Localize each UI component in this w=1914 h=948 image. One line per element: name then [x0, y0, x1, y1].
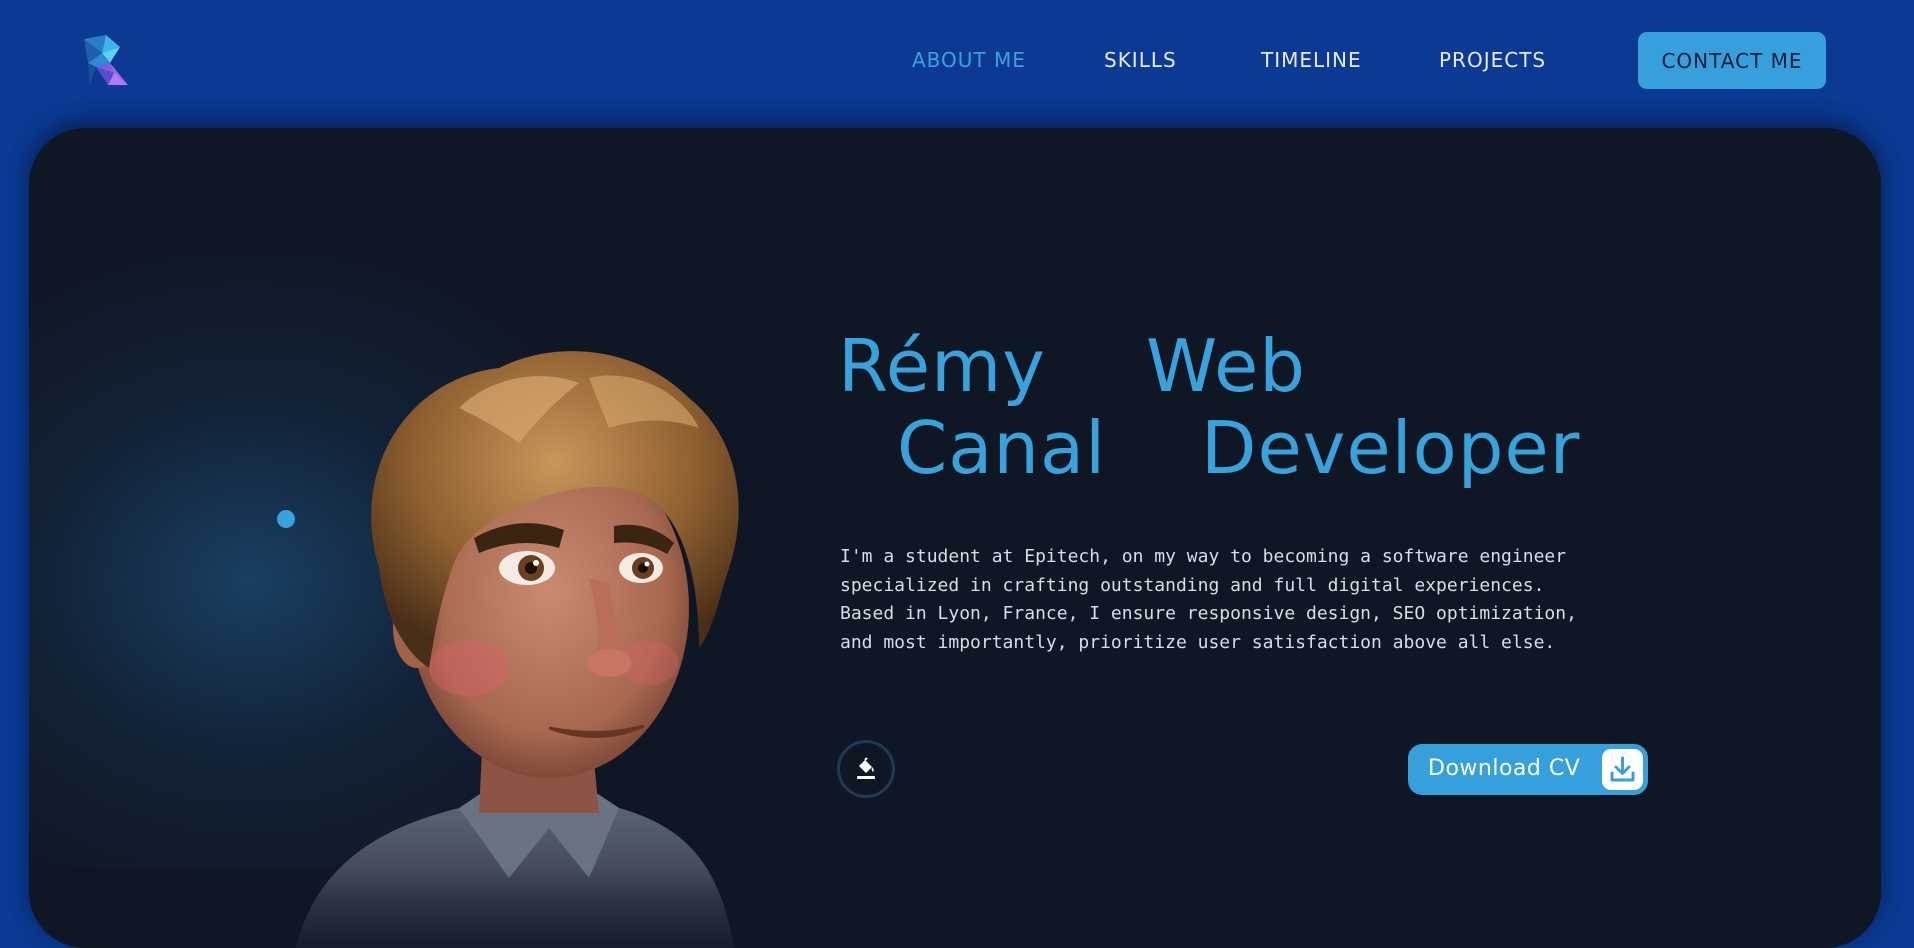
site-header: ABOUT ME SKILLS TIMELINE PROJECTS CONTAC…: [0, 0, 1914, 128]
theme-toggle-button[interactable]: [837, 740, 895, 798]
hero-role-line1: Web: [1146, 324, 1306, 408]
download-cv-button[interactable]: Download CV: [1408, 744, 1648, 795]
hero-bio: I'm a student at Epitech, on my way to b…: [840, 546, 1577, 653]
contact-me-button[interactable]: CONTACT ME: [1638, 32, 1826, 89]
download-cv-label: Download CV: [1428, 756, 1581, 781]
hero-first-name: Rémy: [838, 324, 1046, 408]
hero-section: Rémy Web Canal Developer I'm a student a…: [29, 128, 1881, 948]
nav-timeline[interactable]: TIMELINE: [1261, 48, 1362, 72]
nav-skills[interactable]: SKILLS: [1104, 48, 1177, 72]
hero-role-line2: Developer: [1201, 406, 1581, 490]
nav-about-me[interactable]: ABOUT ME: [912, 48, 1026, 72]
nav-projects[interactable]: PROJECTS: [1439, 48, 1546, 72]
paint-bucket-icon: [857, 757, 875, 779]
avatar-portrait: [259, 351, 819, 948]
hero-last-name: Canal: [897, 406, 1107, 490]
download-icon: [1602, 749, 1643, 790]
logo-icon[interactable]: [80, 33, 132, 89]
